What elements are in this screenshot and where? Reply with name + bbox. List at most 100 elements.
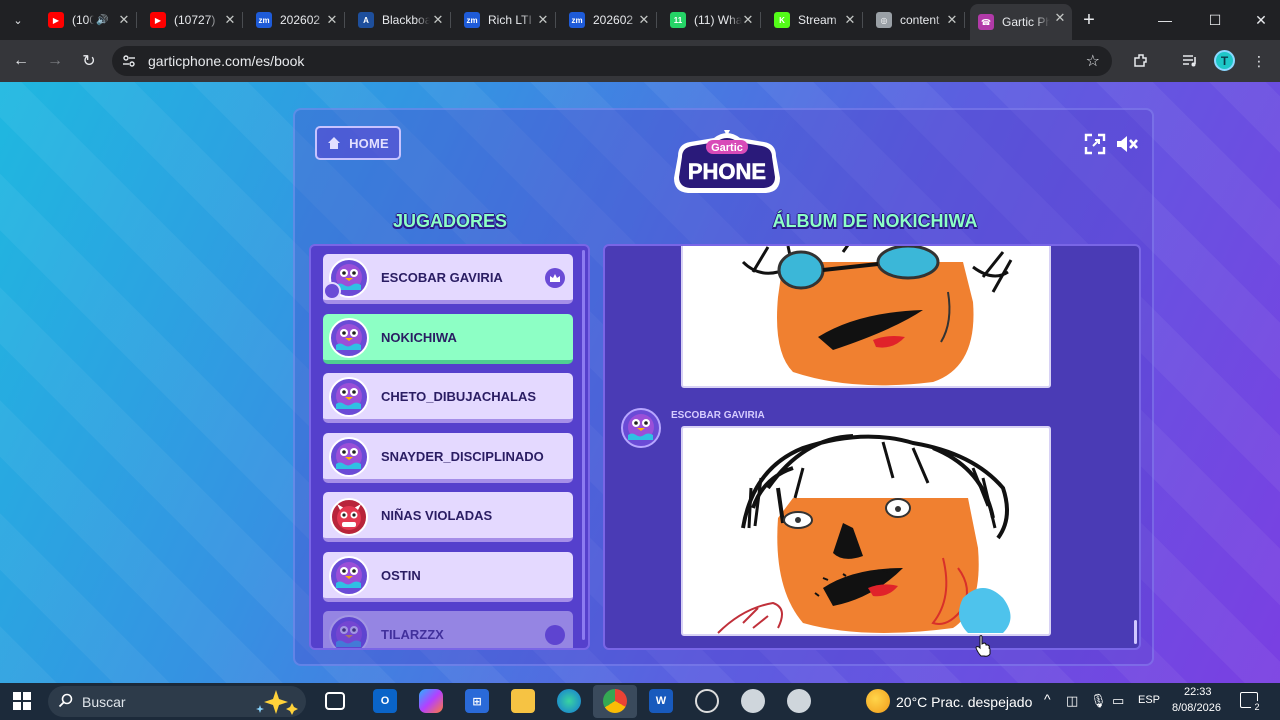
exit-icon [545, 625, 565, 645]
browser-tab[interactable]: ☎ Gartic Phone✕ [970, 4, 1072, 40]
tab-close-icon[interactable]: ✕ [842, 12, 858, 28]
page-viewport: HOME Gartic PHONE JUGADORES ÁLBUM DE NOK… [0, 82, 1280, 683]
player-card[interactable]: TILARZZX [323, 611, 573, 648]
tab-favicon-icon: A [358, 12, 374, 28]
file-explorer-icon[interactable] [511, 689, 535, 713]
mute-icon[interactable] [1115, 132, 1139, 156]
tab-separator [450, 12, 451, 28]
browser-tab[interactable]: K Stream ✕ [766, 6, 863, 34]
album-author-name: ESCOBAR GAVIRIA [671, 410, 765, 421]
maximize-button[interactable]: ☐ [1200, 8, 1230, 32]
browser-tab[interactable]: ◎ content ✕ [868, 6, 965, 34]
store-icon[interactable]: ⊞ [465, 689, 489, 713]
player-card[interactable]: NOKICHIWA [323, 313, 573, 364]
reload-icon[interactable]: ↻ [76, 48, 102, 74]
fullscreen-icon[interactable] [1083, 132, 1107, 156]
tab-close-icon[interactable]: ✕ [944, 12, 960, 28]
close-window-button[interactable]: ✕ [1246, 8, 1276, 32]
tab-title: (11) WhatsApp [694, 13, 742, 27]
player-avatar [329, 377, 369, 417]
browser-tab[interactable]: zm 202602 ✕ [248, 6, 345, 34]
site-info-icon[interactable] [122, 54, 136, 68]
tab-close-icon[interactable]: ✕ [535, 12, 551, 28]
tab-title: (10727) [174, 13, 216, 27]
media-icon[interactable] [1179, 50, 1201, 72]
tray-app-icon[interactable]: ◫ [1066, 693, 1078, 709]
copilot-sparkle-icon [256, 690, 298, 715]
browser-tab[interactable]: zm 202602 ✕ [561, 6, 657, 34]
browser-tab[interactable]: ▶ (10727) ✕ [142, 6, 243, 34]
tab-strip: ⌄ ▶(100🔊✕▶(10727)✕zm202602✕ABlackboard✕z… [0, 0, 1280, 40]
obs-icon[interactable] [695, 689, 719, 713]
taskbar-search[interactable]: Buscar [48, 686, 306, 717]
tab-title: Rich LTI [488, 13, 532, 27]
language-indicator[interactable]: ESP [1138, 694, 1160, 706]
player-avatar [329, 317, 369, 358]
browser-tab[interactable]: A Blackboard✕ [350, 6, 451, 34]
players-panel: ESCOBAR GAVIRIA NOKICHIWA CHETO_DIBUJACHAL… [309, 244, 590, 650]
tab-search-icon[interactable]: ⌄ [6, 8, 30, 32]
task-view-icon[interactable] [325, 692, 345, 710]
home-button[interactable]: HOME [315, 126, 401, 160]
tab-favicon-icon: zm [256, 12, 272, 28]
tab-close-icon[interactable]: ✕ [740, 12, 756, 28]
album-scrollbar[interactable] [1134, 620, 1137, 644]
url-text: garticphone.com/es/book [148, 53, 305, 69]
weather-icon[interactable] [866, 689, 890, 713]
windows-start-icon[interactable] [10, 689, 34, 713]
minimize-button[interactable]: — [1150, 8, 1180, 32]
app-icon-2[interactable] [787, 689, 811, 713]
address-bar[interactable]: garticphone.com/es/book ☆ [112, 46, 1112, 76]
tab-close-icon[interactable]: ✕ [222, 12, 238, 28]
network-icon[interactable]: ▭ [1112, 693, 1124, 709]
tab-audio-icon[interactable]: 🔊 [96, 15, 108, 26]
edge-icon[interactable] [557, 689, 581, 713]
clock-date[interactable]: 8/08/2026 [1172, 702, 1221, 714]
copilot-icon[interactable] [419, 689, 443, 713]
player-avatar [329, 555, 369, 596]
browser-tab[interactable]: 11 (11) WhatsApp✕ [662, 6, 761, 34]
extensions-icon[interactable] [1130, 50, 1152, 72]
back-icon[interactable]: ← [8, 48, 34, 74]
menu-icon[interactable]: ⋮ [1248, 50, 1270, 72]
player-name: NOKICHIWA [381, 329, 457, 345]
new-tab-button[interactable]: + [1078, 9, 1100, 31]
tab-separator [555, 12, 556, 28]
player-card[interactable]: OSTIN [323, 551, 573, 602]
browser-tab[interactable]: zm Rich LTI ✕ [456, 6, 556, 34]
app-icon-1[interactable] [741, 689, 765, 713]
logo-text-top: Gartic [711, 142, 743, 154]
tray-chevron-icon[interactable]: ^ [1044, 691, 1051, 707]
search-placeholder: Buscar [82, 694, 126, 710]
star-icon[interactable]: ☆ [1086, 51, 1100, 71]
tab-close-icon[interactable]: ✕ [1052, 10, 1068, 26]
browser-tab[interactable]: ▶ (100 🔊 ✕ [40, 6, 137, 34]
player-card[interactable]: SNAYDER_DISCIPLINADO [323, 432, 573, 483]
profile-avatar[interactable]: T [1214, 50, 1235, 71]
player-name: OSTIN [381, 567, 421, 583]
tab-favicon-icon: 11 [670, 12, 686, 28]
tab-close-icon[interactable]: ✕ [116, 12, 132, 28]
player-card[interactable]: ESCOBAR GAVIRIA [323, 254, 573, 304]
chrome-icon[interactable] [603, 689, 627, 713]
player-name: TILARZZX [381, 627, 444, 642]
microphone-icon[interactable]: 🎙 [1090, 693, 1107, 709]
tab-close-icon[interactable]: ✕ [636, 12, 652, 28]
tab-favicon-icon: zm [464, 12, 480, 28]
players-scrollbar[interactable] [582, 250, 585, 640]
outlook-icon[interactable]: O [373, 689, 397, 713]
tab-title: 202602 [280, 13, 321, 27]
player-card[interactable]: NIÑAS VIOLADAS [323, 492, 573, 542]
word-icon[interactable]: W [649, 689, 673, 713]
player-avatar [329, 615, 369, 648]
album-panel: ESCOBAR GAVIRIA [603, 244, 1141, 650]
tab-close-icon[interactable]: ✕ [324, 12, 340, 28]
tab-close-icon[interactable]: ✕ [430, 12, 446, 28]
tab-title: Gartic Phone [1002, 15, 1050, 29]
clock-time[interactable]: 22:33 [1184, 686, 1212, 698]
forward-icon[interactable]: → [42, 48, 68, 74]
weather-text[interactable]: 20°C Prac. despejado [896, 694, 1032, 710]
tab-favicon-icon: zm [569, 12, 585, 28]
host-user-icon [323, 282, 341, 300]
player-card[interactable]: CHETO_DIBUJACHALAS [323, 373, 573, 423]
